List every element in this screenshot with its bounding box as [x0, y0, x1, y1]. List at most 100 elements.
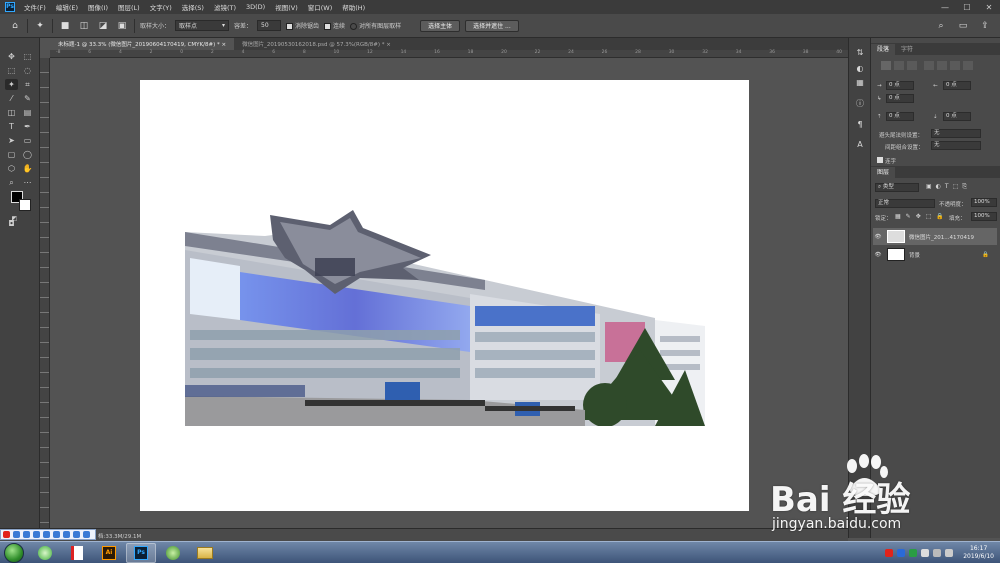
more-tools-icon[interactable]: ⋯: [21, 177, 34, 188]
menu-type[interactable]: 文字(Y): [145, 2, 177, 12]
fill-input[interactable]: 100%: [971, 212, 997, 221]
hand-tool-icon[interactable]: ✋: [21, 163, 34, 174]
hyphenate-option[interactable]: 连字: [877, 157, 896, 165]
photoshop-taskbar-icon[interactable]: Ps: [126, 542, 156, 563]
menu-3d[interactable]: 3D(D): [241, 3, 270, 11]
justify-all-icon[interactable]: [963, 61, 973, 70]
security-icon[interactable]: [909, 548, 918, 557]
flag-icon[interactable]: [921, 548, 930, 557]
space-after-input[interactable]: 0 点: [943, 112, 971, 121]
sample-size-select[interactable]: 取样点 ▾: [175, 20, 230, 31]
align-center-icon[interactable]: [894, 61, 904, 70]
mic-icon[interactable]: [43, 531, 50, 538]
blend-mode-select[interactable]: 正常: [875, 199, 935, 208]
menu-layer[interactable]: 图层(L): [113, 2, 145, 12]
start-button[interactable]: [4, 542, 24, 563]
zoom-tool-icon[interactable]: ⌕: [5, 177, 18, 188]
align-left-icon[interactable]: [881, 61, 891, 70]
home-icon[interactable]: ⌂: [8, 19, 22, 33]
layer-row-photo[interactable]: 👁 微信图片_201...4170419: [873, 228, 997, 245]
moon-icon[interactable]: [13, 531, 20, 538]
select-and-mask-button[interactable]: 选择并遮住 ...: [465, 19, 519, 32]
skin-icon[interactable]: [63, 531, 70, 538]
first-line-indent-input[interactable]: 0 点: [886, 94, 914, 103]
shield-icon[interactable]: [897, 548, 906, 557]
contiguous-checkbox[interactable]: [324, 23, 332, 30]
lasso-tool-icon[interactable]: ◌: [21, 65, 34, 76]
menu-file[interactable]: 文件(F): [19, 2, 51, 12]
space-before-input[interactable]: 0 点: [886, 112, 914, 121]
menu-image[interactable]: 图像(I): [83, 2, 113, 12]
sogou-icon[interactable]: [3, 531, 10, 538]
menu-window[interactable]: 窗口(W): [303, 2, 338, 12]
info-icon[interactable]: ⓘ: [853, 98, 867, 110]
hyphen-select[interactable]: 无: [931, 129, 981, 138]
crop-tool-icon[interactable]: ⌗: [21, 79, 34, 90]
file-explorer-icon[interactable]: [190, 543, 220, 563]
pdf-reader-icon[interactable]: [62, 543, 92, 563]
eraser-tool-icon[interactable]: ◫: [5, 107, 18, 118]
gradient-tool-icon[interactable]: ▤: [21, 107, 34, 118]
history-icon[interactable]: ⇅: [853, 48, 867, 60]
close-button[interactable]: ✕: [978, 3, 1000, 12]
contiguous-option[interactable]: 连续: [324, 21, 345, 30]
sample-all-option[interactable]: 对所有图层取样: [350, 21, 401, 30]
pen-tool-icon[interactable]: ✒: [21, 121, 34, 132]
paragraph-icon[interactable]: ¶: [853, 120, 867, 132]
quick-mask-icon[interactable]: ◘: [5, 218, 18, 229]
menu-help[interactable]: 帮助(H): [337, 2, 370, 12]
ie-browser-icon[interactable]: [30, 543, 60, 563]
tab-paragraph[interactable]: 段落: [871, 44, 896, 55]
tab-character[interactable]: 字符: [895, 44, 919, 55]
type-filter-icon[interactable]: T: [945, 183, 949, 191]
sample-all-checkbox[interactable]: [350, 23, 358, 30]
tab-untitled[interactable]: 未标题-1 @ 33.3% (微信图片_20190604170419, CMYK…: [50, 38, 235, 50]
new-selection-icon[interactable]: ■: [58, 19, 72, 33]
adjustment-filter-icon[interactable]: ◐: [936, 183, 941, 191]
select-subject-button[interactable]: 选择主体: [420, 19, 461, 32]
subtract-selection-icon[interactable]: ◪: [96, 19, 110, 33]
layer-row-background[interactable]: 👁 背景 🔒: [873, 246, 997, 263]
eye-icon[interactable]: 👁: [873, 252, 883, 258]
3d-tool-icon[interactable]: ⬡: [5, 163, 18, 174]
menu-select[interactable]: 选择(S): [177, 2, 209, 12]
volume-icon[interactable]: [945, 548, 954, 557]
justify-left-icon[interactable]: [924, 61, 934, 70]
menu-icon[interactable]: [83, 531, 90, 538]
menu-edit[interactable]: 编辑(E): [51, 2, 83, 12]
opacity-input[interactable]: 100%: [971, 198, 997, 207]
swatches-icon[interactable]: ▦: [853, 78, 867, 90]
color-icon[interactable]: ◐: [853, 64, 867, 76]
marquee-tool-icon[interactable]: ⬚: [5, 65, 18, 76]
intersect-selection-icon[interactable]: ▣: [115, 19, 129, 33]
align-right-icon[interactable]: [907, 61, 917, 70]
illustrator-icon[interactable]: Ai: [94, 543, 124, 563]
hyphenate-checkbox[interactable]: [877, 157, 883, 163]
antialias-option[interactable]: 消除锯齿: [286, 21, 319, 30]
right-indent-input[interactable]: 0 点: [943, 81, 971, 90]
artboard-tool-icon[interactable]: ⬚: [21, 51, 34, 62]
character-icon[interactable]: A: [853, 140, 867, 152]
spacing-select[interactable]: 无: [931, 141, 981, 150]
app-green-icon[interactable]: [158, 543, 188, 563]
minimize-button[interactable]: —: [934, 3, 956, 12]
magic-wand-tool-icon[interactable]: ✦: [5, 79, 18, 90]
shape-filter-icon[interactable]: ⬚: [953, 183, 959, 191]
rectangle-tool-icon[interactable]: ▭: [21, 135, 34, 146]
building-photo[interactable]: [185, 210, 705, 426]
tab-wechat-psd[interactable]: 微信图片_20190530162018.psd @ 57.3%(RGB/8#) …: [234, 38, 399, 50]
lock-pixels-icon[interactable]: ▦: [895, 213, 901, 220]
justify-right-icon[interactable]: [950, 61, 960, 70]
lock-all-icon[interactable]: 🔒: [936, 213, 943, 220]
keyboard-icon[interactable]: [53, 531, 60, 538]
lock-artboard-icon[interactable]: ⬚: [926, 213, 932, 220]
clock[interactable]: 16:17 2019/6/10: [963, 545, 994, 561]
move-tool-icon[interactable]: ✥: [5, 51, 18, 62]
search-icon[interactable]: ⌕: [934, 19, 948, 33]
maximize-button[interactable]: ☐: [956, 3, 978, 12]
lock-move-icon[interactable]: ✥: [916, 213, 921, 220]
share-icon[interactable]: ⇪: [978, 19, 992, 33]
left-indent-input[interactable]: 0 点: [886, 81, 914, 90]
background-color-swatch[interactable]: [19, 199, 31, 211]
ellipse-tool-icon[interactable]: ◯: [21, 149, 34, 160]
